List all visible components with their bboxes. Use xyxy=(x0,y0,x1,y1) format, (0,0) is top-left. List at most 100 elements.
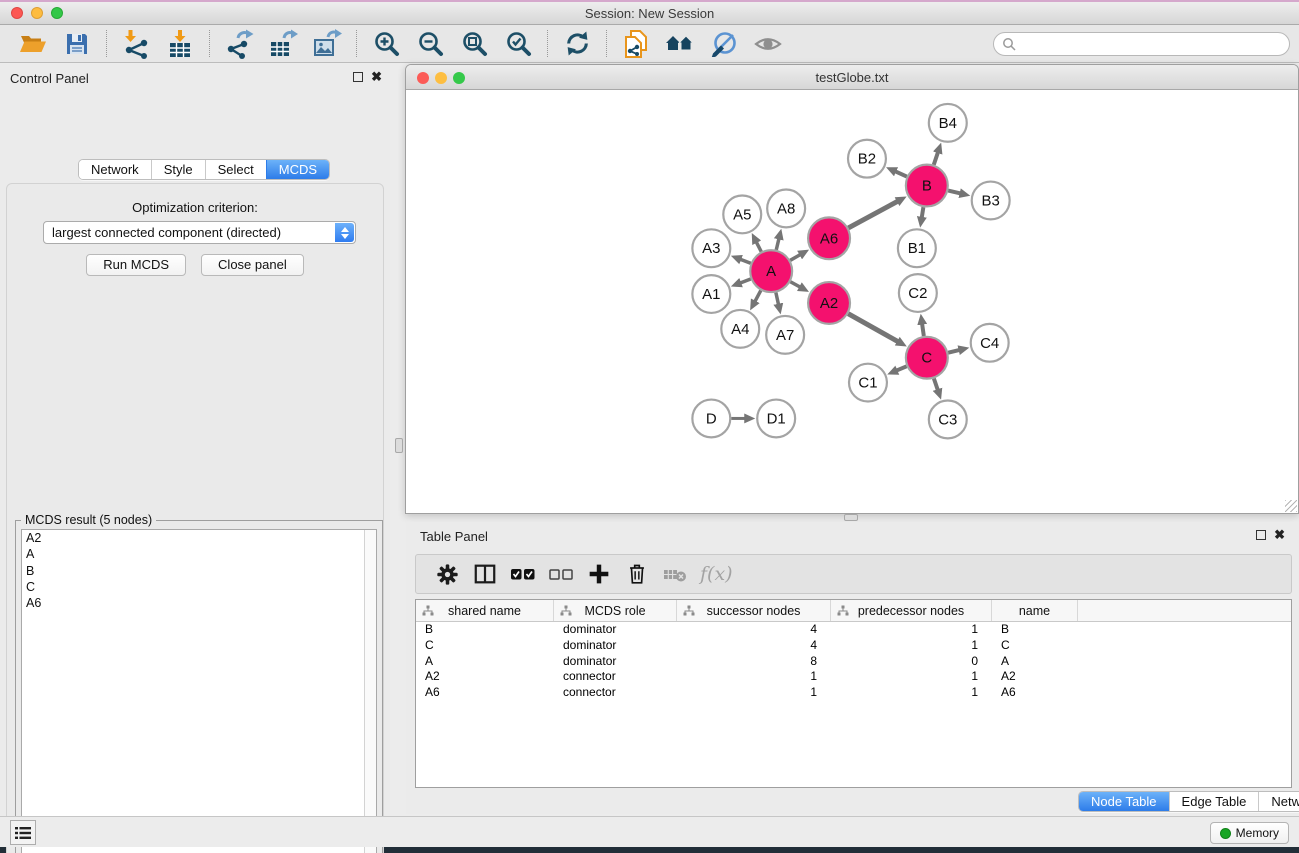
graph-edge-A-A8[interactable] xyxy=(776,238,779,249)
toolbar-separator xyxy=(209,30,210,57)
horizontal-splitter-grip[interactable] xyxy=(844,514,858,521)
resize-corner-icon[interactable] xyxy=(1285,500,1297,512)
unselect-all-columns-icon[interactable] xyxy=(546,559,576,589)
graph-edge-A-A7[interactable] xyxy=(776,293,779,305)
save-session-icon[interactable] xyxy=(61,28,93,60)
network-overview-icon[interactable] xyxy=(664,28,696,60)
mcds-result-item[interactable]: A2 xyxy=(22,530,376,546)
mcds-result-group: MCDS result (5 nodes) A2ABCA6 xyxy=(15,520,383,853)
mcds-result-item[interactable]: A6 xyxy=(22,595,376,611)
graph-edge-A-A4[interactable] xyxy=(755,290,761,301)
graphics-details-icon[interactable] xyxy=(708,28,740,60)
table-cell: 1 xyxy=(677,669,831,685)
graph-edge-B-B2[interactable] xyxy=(895,171,907,176)
close-panel-icon[interactable]: ✖ xyxy=(371,71,382,83)
table-settings-gear-icon[interactable] xyxy=(432,559,462,589)
float-table-panel-icon[interactable] xyxy=(1256,530,1266,540)
table-row[interactable]: Adominator80A xyxy=(416,654,1291,670)
graph-edge-A-A5[interactable] xyxy=(756,242,761,252)
graph-node-label: A8 xyxy=(777,200,795,217)
minimize-network-window-button[interactable] xyxy=(435,72,447,84)
refresh-icon[interactable] xyxy=(561,28,593,60)
memory-button[interactable]: Memory xyxy=(1210,822,1289,844)
network-window-titlebar[interactable]: testGlobe.txt xyxy=(406,65,1298,90)
run-mcds-button[interactable]: Run MCDS xyxy=(86,254,186,276)
table-cell: 1 xyxy=(831,685,992,701)
criterion-select[interactable]: largest connected component (directed) xyxy=(43,221,356,244)
graph-edge-A-A1[interactable] xyxy=(740,279,750,283)
tab-network[interactable]: Network xyxy=(79,160,151,179)
search-input[interactable] xyxy=(1016,35,1289,53)
delete-table-icon xyxy=(660,559,690,589)
vertical-splitter-grip[interactable] xyxy=(395,438,403,453)
column-header-successor-nodes[interactable]: successor nodes xyxy=(677,600,831,621)
graph-edge-C-C2[interactable] xyxy=(922,324,924,336)
float-panel-icon[interactable] xyxy=(353,72,363,82)
close-window-button[interactable] xyxy=(11,7,23,19)
import-table-icon[interactable] xyxy=(164,28,196,60)
graph-node-label: C1 xyxy=(858,375,877,392)
tab-mcds[interactable]: MCDS xyxy=(266,160,329,179)
open-session-icon[interactable] xyxy=(17,28,49,60)
zoom-window-button[interactable] xyxy=(51,7,63,19)
graph-edge-A-A6[interactable] xyxy=(790,255,800,261)
tab-edge-table[interactable]: Edge Table xyxy=(1169,792,1259,811)
close-panel-button[interactable]: Close panel xyxy=(201,254,304,276)
export-network-icon[interactable] xyxy=(223,28,255,60)
select-all-columns-icon[interactable] xyxy=(508,559,538,589)
network-canvas[interactable]: AA1A2A3A4A5A6A7A8BB1B2B3B4CC1C2C3C4DD1 xyxy=(406,90,1298,513)
column-header-predecessor-nodes[interactable]: predecessor nodes xyxy=(831,600,992,621)
column-header-name[interactable]: name xyxy=(992,600,1078,621)
graph-edge-B-B1[interactable] xyxy=(922,207,924,218)
table-row[interactable]: Bdominator41B xyxy=(416,622,1291,638)
new-network-from-selection-icon[interactable] xyxy=(620,28,652,60)
table-row[interactable]: A6connector11A6 xyxy=(416,685,1291,701)
graph-edge-B-B4[interactable] xyxy=(934,152,938,165)
create-new-column-icon[interactable] xyxy=(584,559,614,589)
column-header-MCDS-role[interactable]: MCDS role xyxy=(554,600,677,621)
graph-edge-A6-B[interactable] xyxy=(848,201,898,228)
column-header-shared-name[interactable]: shared name xyxy=(416,600,554,621)
graph-edge-A2-C[interactable] xyxy=(848,314,898,342)
graph-edge-C-C3[interactable] xyxy=(934,378,938,390)
table-row[interactable]: A2connector11A2 xyxy=(416,669,1291,685)
graph-node-label: C3 xyxy=(938,411,957,428)
delete-columns-icon[interactable] xyxy=(622,559,652,589)
table-cell: 1 xyxy=(831,669,992,685)
select-stepper-icon xyxy=(335,223,354,242)
export-table-icon[interactable] xyxy=(267,28,299,60)
close-table-panel-icon[interactable]: ✖ xyxy=(1274,529,1285,541)
cytoscape-window: Session: New Session xyxy=(0,2,1299,847)
graph-edge-C-C4[interactable] xyxy=(948,350,959,353)
zoom-network-window-button[interactable] xyxy=(453,72,465,84)
zoom-fit-icon[interactable] xyxy=(458,28,490,60)
graph-edge-A-A3[interactable] xyxy=(740,259,750,263)
minimize-window-button[interactable] xyxy=(31,7,43,19)
import-network-icon[interactable] xyxy=(120,28,152,60)
task-history-button[interactable] xyxy=(10,820,36,845)
tab-select[interactable]: Select xyxy=(205,160,266,179)
graph-edge-A-A2[interactable] xyxy=(790,282,800,287)
table-cell: 1 xyxy=(677,685,831,701)
graph-edge-B-B3[interactable] xyxy=(948,191,960,194)
tab-style[interactable]: Style xyxy=(151,160,205,179)
mcds-result-list[interactable]: A2ABCA6 xyxy=(21,529,377,853)
mcds-result-item[interactable]: C xyxy=(22,579,376,595)
close-network-window-button[interactable] xyxy=(417,72,429,84)
show-column-browser-icon[interactable] xyxy=(470,559,500,589)
search-box[interactable] xyxy=(993,32,1290,56)
mcds-result-item[interactable]: A xyxy=(22,546,376,562)
eye-icon[interactable] xyxy=(752,28,784,60)
zoom-selected-icon[interactable] xyxy=(502,28,534,60)
result-scrollbar[interactable] xyxy=(364,530,376,853)
zoom-in-icon[interactable] xyxy=(370,28,402,60)
network-graph[interactable]: AA1A2A3A4A5A6A7A8BB1B2B3B4CC1C2C3C4DD1 xyxy=(406,90,1298,513)
export-image-icon[interactable] xyxy=(311,28,343,60)
mcds-result-item[interactable]: B xyxy=(22,563,376,579)
graph-edge-C-C1[interactable] xyxy=(896,366,906,370)
table-cell: A2 xyxy=(992,669,1078,685)
tab-network-table[interactable]: Network Table xyxy=(1258,792,1299,811)
zoom-out-icon[interactable] xyxy=(414,28,446,60)
table-row[interactable]: Cdominator41C xyxy=(416,638,1291,654)
tab-node-table[interactable]: Node Table xyxy=(1079,792,1169,811)
